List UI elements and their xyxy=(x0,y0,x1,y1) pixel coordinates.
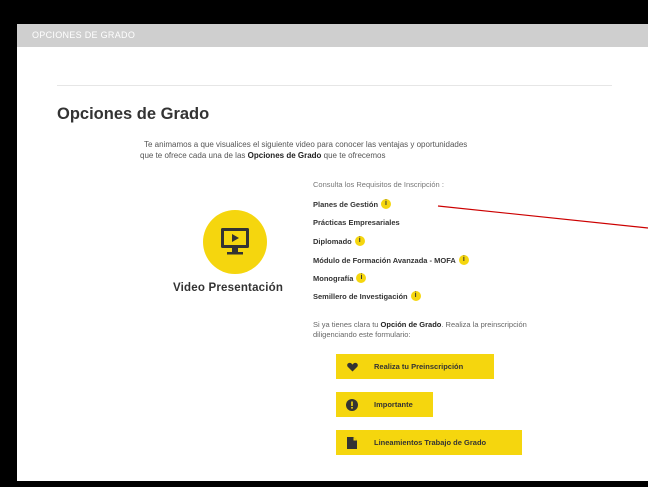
annotation-arrow xyxy=(437,205,648,229)
